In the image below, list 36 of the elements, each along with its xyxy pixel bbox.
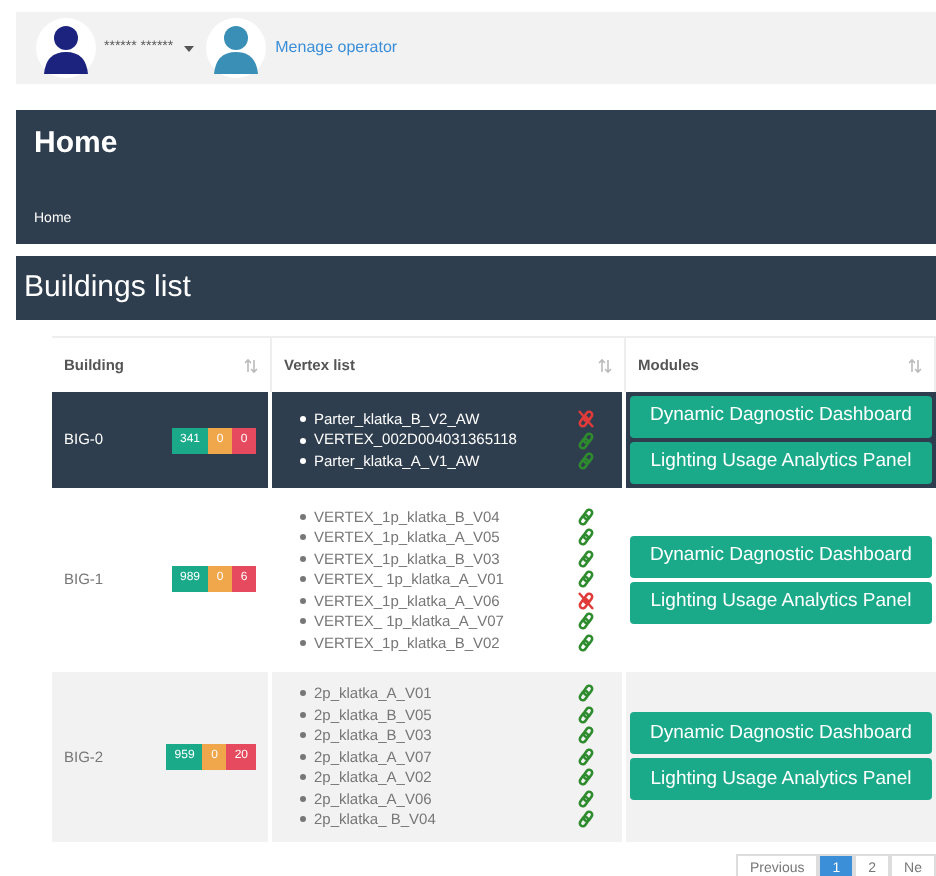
bullet-icon <box>300 437 306 443</box>
bullet-icon <box>300 416 306 422</box>
bullet-icon <box>300 639 306 646</box>
broken-link-icon <box>578 410 594 428</box>
bullet-icon <box>300 458 306 464</box>
operator-link[interactable]: Menage operator <box>275 36 398 60</box>
module-button[interactable]: Dynamic Dagnostic Dashboard <box>630 712 932 755</box>
sort-icon[interactable] <box>244 357 258 373</box>
bullet-icon <box>300 555 306 562</box>
bullet-icon <box>300 690 306 697</box>
module-button[interactable]: Lighting Usage Analytics Panel <box>630 442 932 484</box>
bullet-icon <box>300 774 306 781</box>
module-button[interactable]: Dynamic Dagnostic Dashboard <box>630 396 932 438</box>
caret-icon[interactable] <box>183 45 194 51</box>
sort-icon[interactable] <box>598 357 612 373</box>
operator-avatar-icon <box>205 18 266 78</box>
bullet-icon <box>300 534 306 541</box>
bullet-icon <box>300 618 306 625</box>
bullet-icon <box>300 732 306 739</box>
broken-link-icon <box>578 591 594 610</box>
link-icon <box>578 431 594 449</box>
bullet-icon <box>300 795 306 802</box>
module-button[interactable]: Lighting Usage Analytics Panel <box>630 758 932 801</box>
bullet-icon <box>300 576 306 583</box>
bullet-icon <box>300 816 306 823</box>
bullet-icon <box>300 597 306 604</box>
user-avatar-icon <box>36 18 96 78</box>
module-button[interactable]: Lighting Usage Analytics Panel <box>630 581 932 624</box>
section-title: Buildings list <box>24 267 191 308</box>
bullet-icon <box>300 513 306 520</box>
page-title: Home <box>34 124 120 164</box>
sort-icon[interactable] <box>908 357 922 373</box>
bullet-icon <box>300 711 306 718</box>
bullet-icon <box>300 753 306 760</box>
link-icon <box>578 452 594 470</box>
module-button[interactable]: Dynamic Dagnostic Dashboard <box>630 535 932 578</box>
